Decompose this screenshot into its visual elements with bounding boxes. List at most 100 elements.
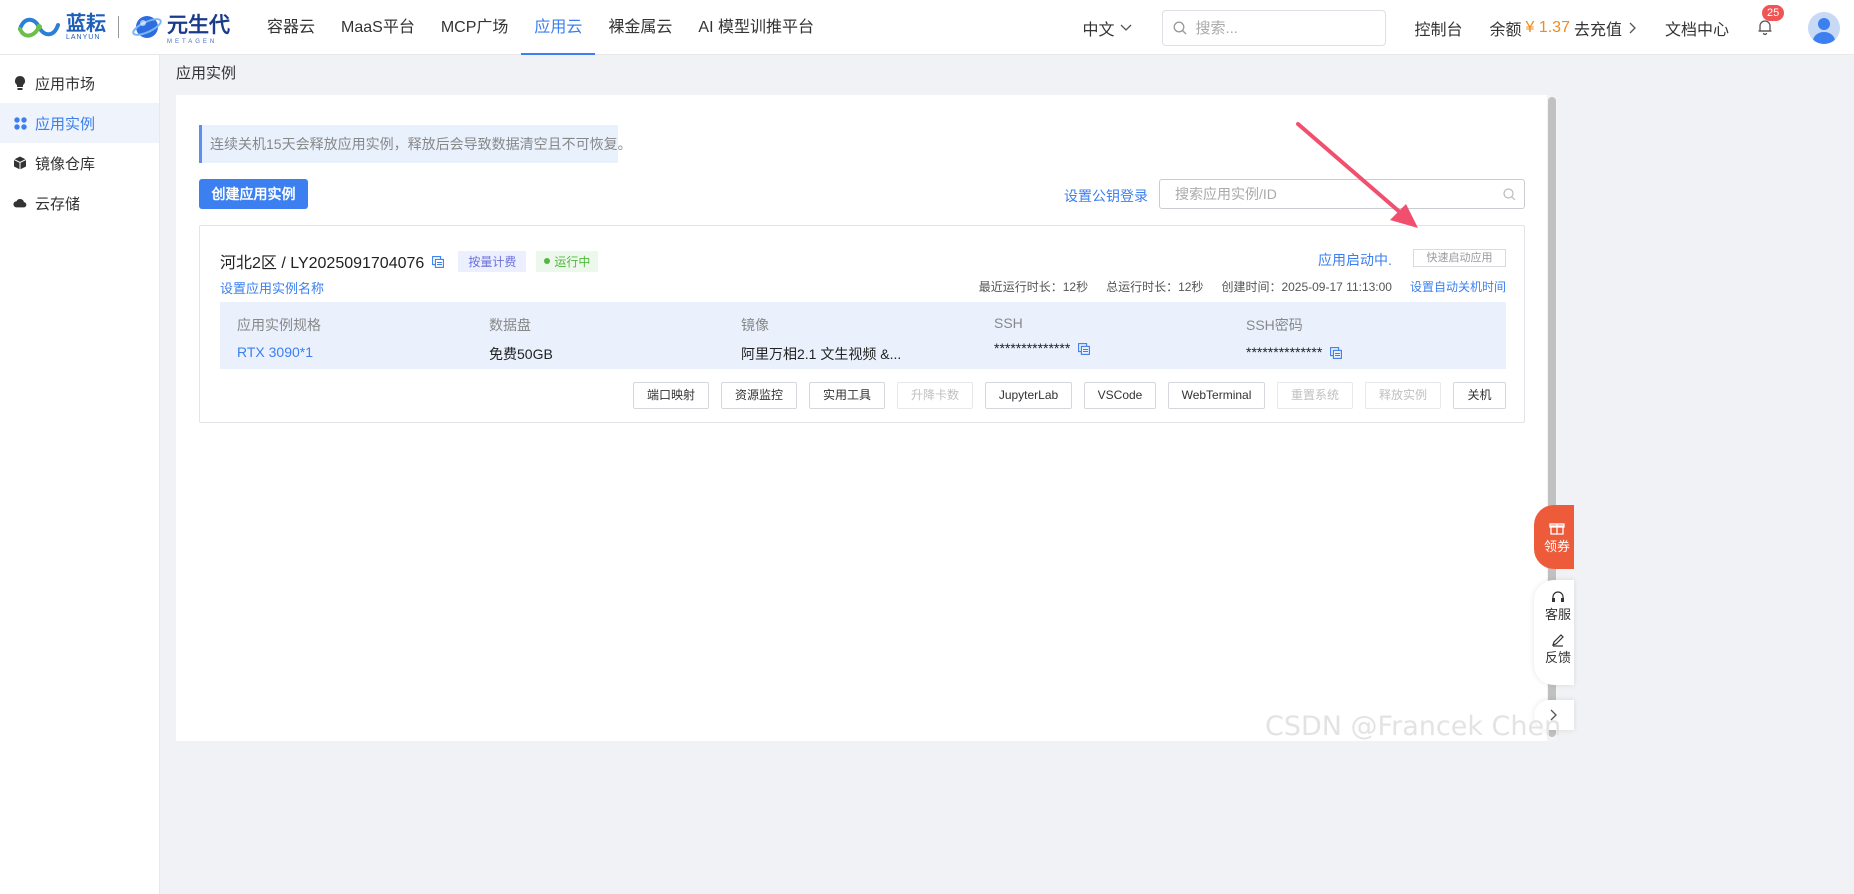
image-column: 镜像 阿里万相2.1 文生视频 &... (741, 315, 901, 364)
instance-spec-row: 应用实例规格 RTX 3090*1 数据盘 免费50GB 镜像 阿里万相2.1 … (220, 302, 1506, 369)
release-notice: 连续关机15天会释放应用实例，释放后会导致数据清空且不可恢复。 (199, 125, 632, 163)
service-float-panel: 客服 反馈 (1534, 580, 1574, 685)
sidebar-item-app-instances[interactable]: 应用实例 (0, 103, 159, 143)
disk-column: 数据盘 免费50GB (489, 315, 553, 364)
notification-badge: 25 (1762, 4, 1785, 21)
feedback-label: 反馈 (1544, 650, 1571, 665)
sidebar-item-label: 镜像仓库 (35, 155, 96, 173)
global-search-placeholder: 搜索... (1195, 20, 1238, 37)
metagen-brand-sub: METAGEN (167, 39, 218, 45)
nav-ai-training[interactable]: AI 模型训推平台 (685, 0, 827, 55)
ssh-key-login-link[interactable]: 设置公钥登录 (1064, 186, 1148, 206)
logo-divider (118, 16, 119, 38)
status-text: 运行中 (554, 254, 591, 269)
instance-header: 河北2区 / LY2025091704076 按量计费 运行中 (220, 249, 599, 273)
create-instance-button[interactable]: 创建应用实例 (199, 179, 308, 209)
nav-container-cloud[interactable]: 容器云 (254, 0, 328, 55)
coupon-label: 领券 (1543, 538, 1570, 554)
reset-system-button[interactable]: 重置系统 (1277, 382, 1353, 409)
instance-region-id: 河北2区 / LY2025091704076 (220, 255, 425, 272)
cloud-icon (13, 196, 27, 210)
disk-label: 数据盘 (489, 317, 531, 333)
webterminal-button[interactable]: WebTerminal (1168, 382, 1265, 409)
billing-tag: 按量计费 (458, 250, 527, 272)
jupyterlab-button[interactable]: JupyterLab (985, 382, 1072, 409)
chevron-down-icon (1120, 24, 1132, 31)
spec-label: 应用实例规格 (237, 317, 321, 333)
instance-meta: 最近运行时长：12秒 总运行时长：12秒 创建时间：2025-09-17 11:… (979, 278, 1506, 295)
vscode-button[interactable]: VSCode (1084, 382, 1156, 409)
lanyun-brand-name: 蓝耘 (66, 12, 106, 35)
edit-icon (1552, 634, 1564, 647)
spec-value-link[interactable]: RTX 3090*1 (237, 344, 321, 360)
port-mapping-button[interactable]: 端口映射 (633, 382, 709, 409)
console-link[interactable]: 控制台 (1414, 16, 1462, 40)
search-icon[interactable] (1503, 188, 1516, 201)
nav-mcp[interactable]: MCP广场 (428, 0, 522, 55)
notification-bell[interactable]: 25 (1756, 4, 1785, 38)
metagen-logo-icon (132, 16, 162, 38)
app-starting-text: 应用启动中. (1318, 252, 1392, 268)
disk-value: 免费50GB (489, 346, 553, 362)
copy-icon[interactable] (1078, 342, 1091, 355)
grid-icon (13, 116, 27, 130)
language-selector[interactable]: 中文 (1082, 16, 1132, 40)
customer-service-button[interactable]: 客服 (1545, 590, 1571, 623)
nav-app-cloud[interactable]: 应用云 (521, 0, 596, 55)
main-nav: 容器云 MaaS平台 MCP广场 应用云 裸金属云 AI 模型训推平台 (254, 0, 827, 55)
customer-service-label: 客服 (1544, 607, 1571, 622)
gift-icon (1549, 522, 1565, 535)
instance-search-placeholder: 搜索应用实例/ID (1175, 186, 1277, 202)
ssh-password-value-row: ************** (1246, 344, 1343, 360)
nav-maas[interactable]: MaaS平台 (328, 0, 428, 55)
release-instance-button[interactable]: 释放实例 (1365, 382, 1441, 409)
feedback-button[interactable]: 反馈 (1545, 633, 1571, 666)
auto-shutdown-link[interactable]: 设置自动关机时间 (1410, 278, 1506, 295)
copy-icon[interactable] (432, 255, 445, 268)
bulb-icon (13, 76, 27, 90)
image-label: 镜像 (741, 317, 769, 333)
recharge-link[interactable]: 去充值 (1574, 16, 1622, 40)
recent-runtime: 最近运行时长：12秒 (978, 280, 1089, 294)
user-avatar[interactable] (1808, 11, 1840, 44)
annotation-arrow-icon (1296, 122, 1418, 228)
status-badge: 运行中 (536, 250, 599, 272)
instance-card: 河北2区 / LY2025091704076 按量计费 运行中 应用启动中. 快… (199, 225, 1525, 423)
balance-amount: ¥ 1.37 (1525, 18, 1570, 36)
spec-column: 应用实例规格 RTX 3090*1 (237, 315, 321, 360)
global-search-input[interactable]: 搜索... (1162, 9, 1387, 46)
coupon-float-button[interactable]: 领券 (1534, 505, 1574, 569)
sidebar-item-label: 云存储 (35, 195, 81, 213)
brand-logo[interactable]: 蓝耘 LANYUN 元生代 METAGEN (16, 0, 230, 55)
balance-display: 余额 ¥ 1.37 去充值 (1489, 16, 1638, 40)
ssh-password-label: SSH密码 (1246, 317, 1303, 333)
sidebar-item-app-market[interactable]: 应用市场 (0, 63, 159, 103)
top-bar: 蓝耘 LANYUN 元生代 METAGEN 容器云 MaaS平台 MCP广场 应… (0, 0, 1854, 55)
quick-start-button[interactable]: 快速启动应用 (1413, 249, 1506, 267)
shutdown-button[interactable]: 关机 (1453, 382, 1506, 409)
language-label: 中文 (1082, 21, 1115, 39)
ssh-label: SSH (994, 315, 1023, 331)
breadcrumb: 应用实例 (176, 65, 237, 82)
csdn-watermark: CSDN @Francek Chen (1265, 711, 1562, 742)
total-runtime: 总运行时长：12秒 (1106, 280, 1204, 294)
sidebar-item-label: 应用实例 (35, 115, 96, 133)
utilities-button[interactable]: 实用工具 (809, 382, 885, 409)
ssh-value: ************** (994, 340, 1071, 356)
sidebar: 应用市场 应用实例 镜像仓库 云存储 (0, 55, 160, 894)
balance-label: 余额 (1489, 21, 1522, 39)
lanyun-brand-sub: LANYUN (66, 33, 101, 41)
headset-icon (1551, 591, 1564, 602)
lanyun-logo-icon (18, 17, 60, 38)
rename-instance-link[interactable]: 设置应用实例名称 (220, 278, 324, 297)
resource-monitor-button[interactable]: 资源监控 (721, 382, 797, 409)
sidebar-item-cloud-storage[interactable]: 云存储 (0, 183, 159, 223)
scale-gpu-button[interactable]: 升降卡数 (897, 382, 973, 409)
copy-icon[interactable] (1330, 346, 1343, 359)
ssh-value-row: ************** (994, 340, 1091, 356)
instance-actions: 端口映射 资源监控 实用工具 升降卡数 JupyterLab VSCode We… (633, 382, 1506, 409)
docs-center-link[interactable]: 文档中心 (1665, 16, 1729, 40)
cube-icon (13, 156, 27, 170)
nav-bare-metal[interactable]: 裸金属云 (595, 0, 685, 55)
sidebar-item-image-repo[interactable]: 镜像仓库 (0, 143, 159, 183)
